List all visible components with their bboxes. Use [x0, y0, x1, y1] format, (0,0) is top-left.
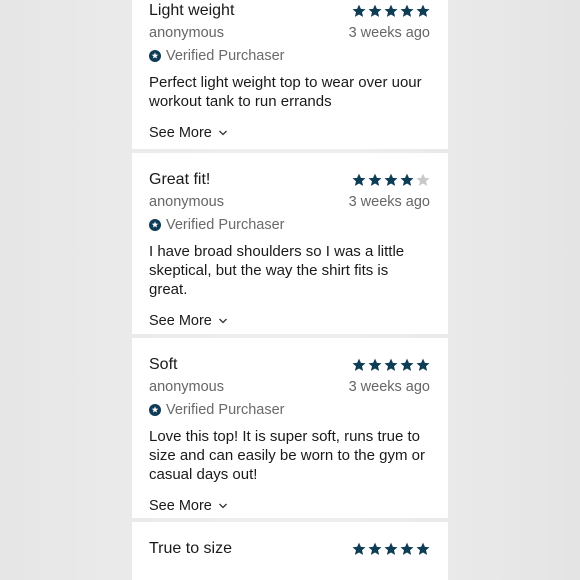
review-meta: anonymous 3 weeks ago: [149, 377, 430, 397]
review-time: 3 weeks ago: [348, 25, 430, 41]
chevron-down-icon: [218, 318, 227, 324]
review-meta: anonymous 3 weeks ago: [149, 192, 430, 212]
review-header: Light weight: [149, 0, 430, 22]
chevron-down-icon: [218, 503, 227, 508]
verified-badge: Verified Purchaser: [149, 215, 430, 235]
review-card: True to size: [132, 521, 448, 580]
verified-label: Verified Purchaser: [166, 48, 285, 64]
chevron-down-icon: [218, 130, 227, 136]
review-author: anonymous: [149, 25, 224, 41]
star-empty-icon: [416, 173, 430, 187]
verified-label: Verified Purchaser: [166, 401, 285, 418]
verified-badge: Verified Purchaser: [149, 46, 430, 66]
star-filled-icon: [384, 173, 398, 187]
star-filled-icon: [352, 4, 366, 17]
see-more-label: See More: [149, 125, 212, 141]
star-filled-icon: [416, 542, 430, 555]
review-body: I have broad shoulders so I was a little…: [149, 243, 405, 299]
star-filled-icon: [384, 4, 398, 17]
star-rating: [352, 358, 430, 372]
review-meta: anonymous 3 weeks ago: [149, 23, 430, 43]
verified-label: Verified Purchaser: [166, 217, 285, 234]
star-filled-icon: [400, 4, 414, 17]
review-card: Light weight anonymous 3 weeks ago Verif…: [132, 0, 448, 150]
review-card: Great fit! anonymous 3 weeks ago Verifie…: [132, 153, 448, 334]
review-title: Soft: [149, 355, 178, 373]
star-rating: [352, 4, 430, 18]
star-filled-icon: [384, 358, 398, 371]
star-filled-icon: [368, 173, 382, 187]
review-body: Love this top! It is super soft, runs tr…: [149, 427, 425, 483]
verified-star-icon: [149, 219, 161, 232]
review-author: anonymous: [149, 378, 224, 395]
review-title: Great fit!: [149, 171, 211, 189]
see-more-button[interactable]: See More: [149, 498, 430, 514]
review-title: Light weight: [149, 2, 235, 19]
star-filled-icon: [352, 173, 366, 187]
review-card: Soft anonymous 3 weeks ago Verified Purc…: [132, 337, 448, 518]
review-header: Great fit!: [149, 169, 430, 191]
star-filled-icon: [368, 542, 382, 555]
star-filled-icon: [352, 542, 366, 555]
star-rating: [352, 542, 430, 556]
star-rating: [352, 173, 430, 187]
review-header: Soft: [149, 354, 430, 376]
see-more-button[interactable]: See More: [149, 313, 430, 329]
see-more-label: See More: [149, 313, 212, 330]
review-title: True to size: [149, 539, 232, 557]
verified-star-icon: [149, 50, 161, 62]
star-filled-icon: [400, 173, 414, 187]
see-more-button[interactable]: See More: [149, 125, 430, 141]
verified-badge: Verified Purchaser: [149, 400, 430, 420]
review-list: Light weight anonymous 3 weeks ago Verif…: [132, 0, 448, 580]
see-more-label: See More: [149, 497, 212, 514]
review-body: Perfect light weight top to wear over uo…: [149, 74, 422, 110]
review-author: anonymous: [149, 194, 224, 211]
star-filled-icon: [368, 4, 382, 17]
review-header: True to size: [149, 538, 430, 560]
star-filled-icon: [416, 4, 430, 17]
star-filled-icon: [400, 542, 414, 555]
star-filled-icon: [352, 358, 366, 371]
star-filled-icon: [368, 358, 382, 371]
star-filled-icon: [384, 542, 398, 555]
star-filled-icon: [416, 358, 430, 371]
review-time: 3 weeks ago: [348, 378, 430, 395]
star-filled-icon: [400, 358, 414, 371]
review-time: 3 weeks ago: [348, 194, 430, 211]
verified-star-icon: [149, 403, 161, 416]
